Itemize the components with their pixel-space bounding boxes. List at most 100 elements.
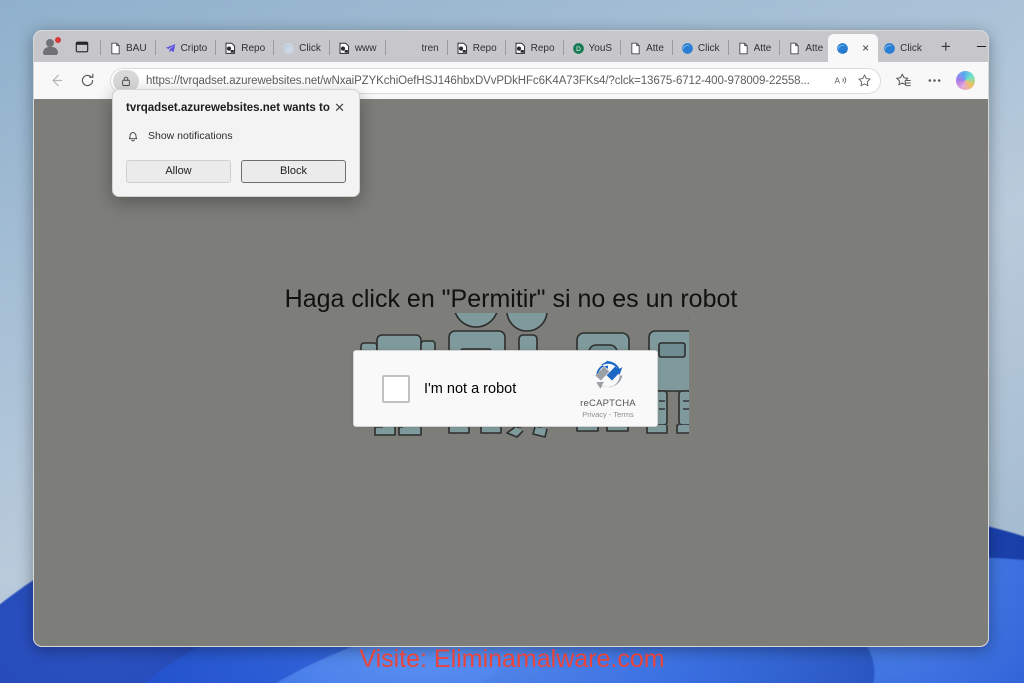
telegram-icon bbox=[165, 43, 175, 52]
recaptcha-terms-link[interactable]: Privacy - Terms bbox=[572, 410, 644, 419]
tab-bau[interactable]: BAU bbox=[104, 35, 152, 61]
recaptcha-widget[interactable]: I'm not a robot reCAPTCHA Privacy - Term… bbox=[353, 350, 658, 427]
tab-label: Repo bbox=[530, 42, 555, 54]
recaptcha-checkbox[interactable] bbox=[382, 374, 410, 403]
block-button[interactable]: Block bbox=[241, 159, 346, 183]
tab-atte-1[interactable]: Atte bbox=[624, 35, 669, 61]
refresh-button[interactable] bbox=[73, 66, 102, 95]
collections-icon bbox=[896, 73, 911, 87]
tab-repo-1[interactable]: Repo bbox=[219, 35, 270, 61]
tab-separator bbox=[727, 40, 729, 55]
avatar-notification-badge bbox=[55, 37, 61, 43]
permission-dialog-buttons: Allow Block bbox=[126, 159, 346, 183]
permission-dialog-close-button[interactable]: ✕ bbox=[333, 101, 346, 114]
split-screen-icon bbox=[75, 41, 89, 53]
tab-cripto[interactable]: Cripto bbox=[159, 35, 213, 61]
tab-separator bbox=[779, 40, 781, 55]
tab-label: tren bbox=[421, 42, 439, 54]
tab-separator bbox=[671, 40, 673, 55]
window-controls bbox=[959, 31, 988, 62]
edge-icon bbox=[837, 42, 849, 54]
permission-request-row: Show notifications bbox=[126, 129, 346, 143]
tab-strip: BAU Cripto Repo Click www tren Repo Repo… bbox=[34, 31, 988, 62]
minimize-icon bbox=[976, 45, 986, 47]
tab-click-3[interactable]: Click bbox=[878, 35, 927, 61]
copy-page-icon bbox=[225, 42, 236, 54]
settings-more-button[interactable] bbox=[920, 66, 949, 95]
permission-request-label: Show notifications bbox=[148, 129, 233, 142]
arrow-left-icon bbox=[52, 74, 63, 87]
copilot-icon bbox=[956, 71, 975, 90]
tab-tren[interactable]: tren bbox=[417, 35, 444, 61]
document-icon bbox=[111, 42, 120, 54]
tab-active[interactable]: × bbox=[828, 34, 879, 62]
tab-repo-2[interactable]: Repo bbox=[451, 35, 502, 61]
tab-label: Atte bbox=[805, 42, 824, 54]
browser-window: BAU Cripto Repo Click www tren Repo Repo… bbox=[33, 30, 989, 647]
tab-click-2[interactable]: Click bbox=[676, 35, 725, 61]
copy-page-icon bbox=[457, 42, 467, 54]
star-icon bbox=[857, 74, 871, 87]
tab-atte-3[interactable]: Atte bbox=[783, 35, 828, 61]
tab-separator bbox=[273, 40, 275, 55]
tab-label: YouS bbox=[588, 42, 613, 54]
desktop: BAU Cripto Repo Click www tren Repo Repo… bbox=[0, 0, 1024, 683]
favorite-button[interactable] bbox=[852, 70, 876, 92]
tab-label: Atte bbox=[646, 42, 664, 54]
tab-separator bbox=[446, 40, 448, 55]
tab-label: www bbox=[354, 42, 377, 54]
read-aloud-button[interactable]: A bbox=[828, 70, 852, 92]
recaptcha-branding: reCAPTCHA Privacy - Terms bbox=[572, 359, 644, 419]
tab-yous[interactable]: D YouS bbox=[567, 35, 618, 61]
bell-icon bbox=[128, 132, 138, 142]
svg-text:D: D bbox=[576, 45, 581, 52]
permission-dialog-title: tvrqadset.azurewebsites.net wants to bbox=[126, 102, 330, 114]
recaptcha-logo-icon bbox=[595, 360, 623, 389]
tab-separator bbox=[620, 40, 622, 55]
ellipsis-icon bbox=[928, 79, 941, 82]
new-tab-button[interactable]: + bbox=[933, 34, 959, 60]
back-button[interactable] bbox=[42, 66, 71, 95]
tab-label: Click bbox=[299, 42, 321, 54]
recaptcha-label: I'm not a robot bbox=[424, 380, 517, 397]
read-aloud-icon: A bbox=[834, 77, 846, 86]
tab-label: Atte bbox=[753, 42, 772, 54]
tab-atte-2[interactable]: Atte bbox=[732, 35, 777, 61]
collections-button[interactable] bbox=[889, 66, 918, 95]
refresh-icon bbox=[81, 73, 94, 87]
tab-label: Click bbox=[900, 42, 922, 54]
document-icon bbox=[631, 42, 640, 54]
lock-icon bbox=[122, 76, 130, 86]
tab-repo-3[interactable]: Repo bbox=[509, 35, 560, 61]
tab-close-button[interactable]: × bbox=[857, 42, 874, 54]
tab-label: Cripto bbox=[180, 42, 208, 54]
tab-separator bbox=[154, 40, 156, 55]
tab-separator bbox=[384, 40, 386, 55]
tab-label: Click bbox=[697, 42, 720, 54]
copilot-button[interactable] bbox=[951, 66, 980, 95]
url-text[interactable]: https://tvrqadset.azurewebsites.net/wNxa… bbox=[146, 75, 828, 87]
edge-icon bbox=[682, 42, 693, 54]
copy-page-icon bbox=[515, 42, 525, 54]
page-title: Haga click en "Permitir" si no es un rob… bbox=[284, 285, 738, 313]
tab-label: Repo bbox=[472, 42, 497, 54]
tab-www[interactable]: www bbox=[333, 35, 382, 61]
tab-label: Repo bbox=[241, 42, 266, 54]
svg-text:A: A bbox=[834, 77, 840, 86]
document-icon bbox=[738, 42, 748, 54]
edge-icon bbox=[283, 42, 295, 54]
document-icon bbox=[790, 42, 799, 54]
profile-avatar[interactable] bbox=[38, 34, 64, 60]
allow-button[interactable]: Allow bbox=[126, 159, 231, 183]
watermark-text: Visite: Eliminamalware.com bbox=[359, 645, 665, 673]
tab-separator bbox=[562, 40, 564, 55]
tab-click-1[interactable]: Click bbox=[277, 35, 326, 61]
tab-separator bbox=[328, 40, 330, 55]
tab-label: BAU bbox=[126, 42, 147, 54]
tab-actions-icon[interactable] bbox=[70, 35, 94, 59]
avatar-head-icon bbox=[46, 39, 54, 47]
recaptcha-brand-name: reCAPTCHA bbox=[580, 397, 636, 409]
minimize-button[interactable] bbox=[959, 31, 988, 61]
tab-separator bbox=[504, 40, 506, 55]
tab-separator bbox=[100, 40, 101, 55]
